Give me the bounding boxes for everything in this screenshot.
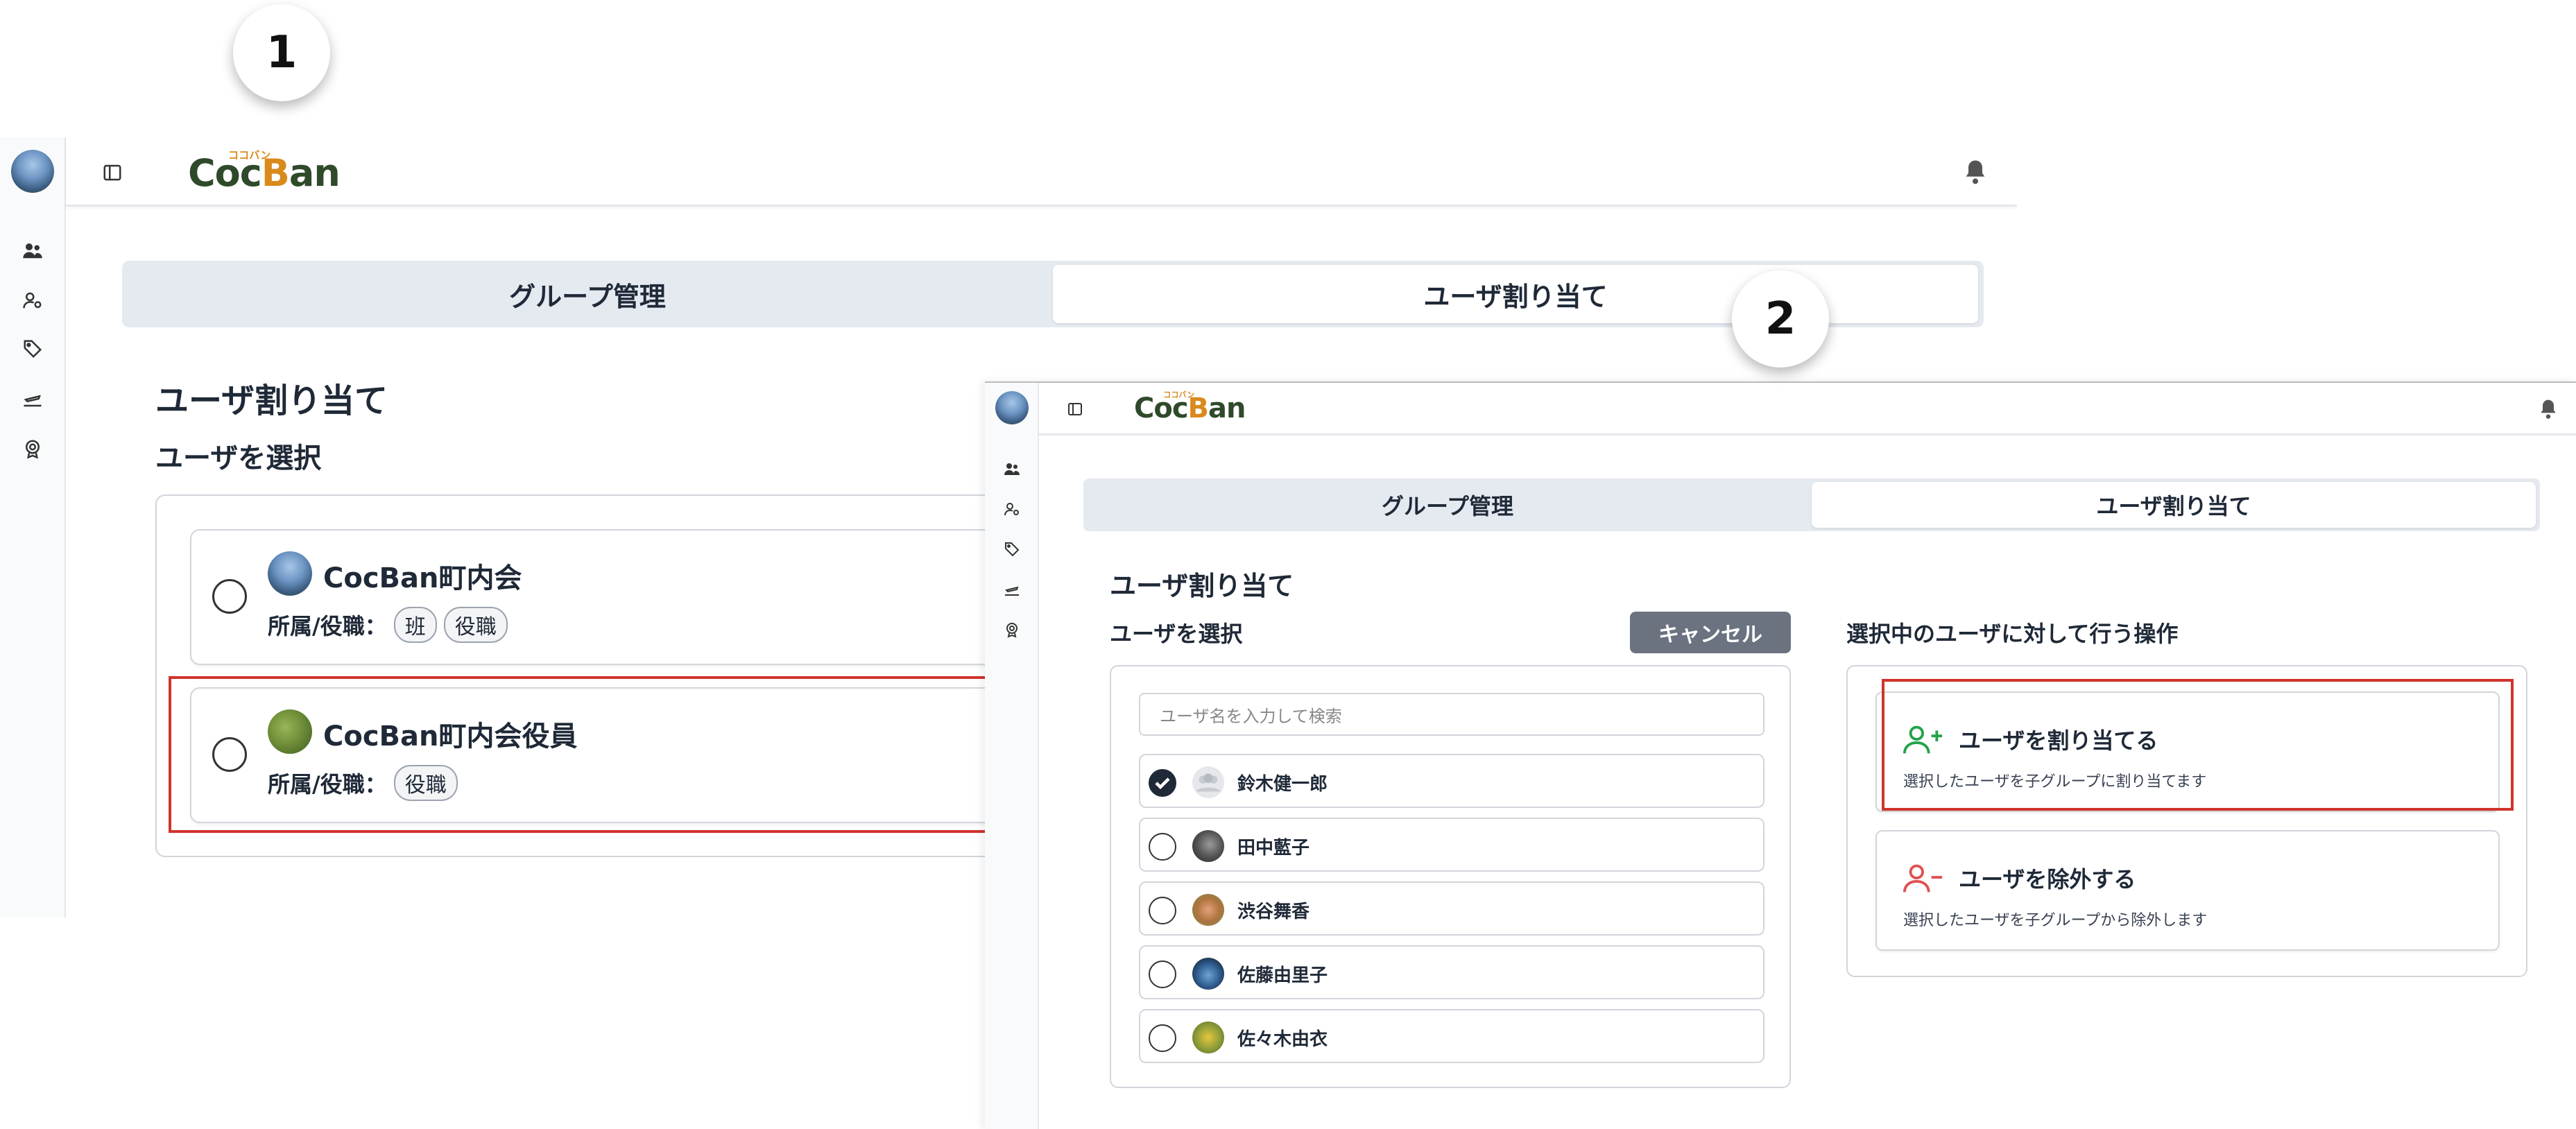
- user-name: 渋谷舞香: [1237, 901, 1310, 922]
- group-tag: 班: [393, 607, 437, 643]
- operations-title: 選択中のユーザに対して行う操作: [1846, 621, 2179, 647]
- group-meta: 所属/役職： 班 役職: [268, 607, 508, 643]
- logo-ruby: ココバン: [228, 149, 271, 162]
- group-placeholder-icon: [1196, 773, 1221, 792]
- group-meta-label: 所属/役職：: [268, 613, 387, 639]
- user-list: ユーザ名を入力して検索 鈴木健一郎 田中藍子 渋谷舞香 佐藤由里子 佐々木由衣: [1110, 665, 1791, 1088]
- user-name: 佐々木由衣: [1237, 1028, 1328, 1050]
- operation-title: ユーザを除外する: [1959, 866, 2136, 893]
- users-icon[interactable]: [1004, 460, 1020, 477]
- remove-users-button[interactable]: ユーザを除外する 選択したユーザを子グループから除外します: [1875, 830, 2500, 951]
- user-name: 佐藤由里子: [1237, 965, 1328, 986]
- group-card[interactable]: CocBan町内会 所属/役職： 班 役職: [190, 529, 1022, 665]
- tag-icon[interactable]: [1004, 541, 1020, 558]
- user-name: 鈴木健一郎: [1237, 773, 1328, 795]
- sidebar: [985, 383, 1039, 1129]
- operation-description: 選択したユーザを子グループから除外します: [1903, 912, 2208, 929]
- user-settings-icon[interactable]: [22, 290, 43, 311]
- user-radio[interactable]: [1149, 769, 1176, 797]
- group-name: CocBan町内会: [323, 562, 522, 594]
- logo-ruby: ココバン: [1163, 390, 1195, 399]
- user-row[interactable]: 佐藤由里子: [1139, 945, 1764, 999]
- tab-group-management[interactable]: グループ管理: [1087, 482, 1808, 528]
- page-title: ユーザ割り当て: [155, 381, 388, 420]
- cancel-button[interactable]: キャンセル: [1630, 612, 1791, 653]
- sidebar-toggle-icon[interactable]: [1067, 401, 1083, 417]
- tab-group-management[interactable]: グループ管理: [126, 265, 1049, 323]
- user-avatar: [1192, 958, 1224, 990]
- step-badge-1: 1: [233, 4, 330, 101]
- user-settings-icon[interactable]: [1004, 501, 1020, 517]
- highlight-box: [169, 676, 1004, 833]
- app-logo[interactable]: ココバン CocBan: [1134, 390, 1246, 424]
- tab-bar: グループ管理 ユーザ割り当て: [1083, 479, 2540, 531]
- logo-text-right: an: [1208, 393, 1246, 424]
- app-logo[interactable]: ココバン CocBan: [188, 149, 341, 195]
- tab-user-assignment[interactable]: ユーザ割り当て: [1053, 265, 1978, 323]
- user-minus-icon: [1903, 864, 1943, 893]
- sidebar: [0, 137, 66, 917]
- bell-icon[interactable]: [2537, 397, 2559, 422]
- user-row[interactable]: 田中藍子: [1139, 818, 1764, 872]
- user-name: 田中藍子: [1237, 837, 1310, 859]
- section-title: ユーザを選択: [1110, 621, 1243, 647]
- sidebar-toggle-icon[interactable]: [102, 162, 123, 183]
- user-row[interactable]: 佐々木由衣: [1139, 1009, 1764, 1063]
- top-bar: ココバン CocBan: [1039, 383, 2576, 436]
- user-radio[interactable]: [1149, 833, 1176, 861]
- badge-icon[interactable]: [22, 438, 43, 459]
- logo-text-right: an: [289, 151, 341, 195]
- user-search-input[interactable]: ユーザ名を入力して検索: [1139, 693, 1764, 736]
- group-radio[interactable]: [212, 579, 247, 614]
- user-avatar: [1192, 830, 1224, 862]
- group-tag: 役職: [443, 607, 508, 643]
- users-icon[interactable]: [22, 240, 43, 261]
- page-title: ユーザ割り当て: [1110, 571, 1294, 601]
- plane-icon[interactable]: [22, 388, 43, 409]
- user-avatar: [1192, 1022, 1224, 1053]
- user-radio[interactable]: [1149, 960, 1176, 988]
- account-avatar[interactable]: [995, 391, 1029, 424]
- bell-icon[interactable]: [1961, 157, 1989, 187]
- user-radio[interactable]: [1149, 1024, 1176, 1052]
- screen-2: ココバン CocBan グループ管理 ユーザ割り当て ユーザ割り当て ユーザを選…: [985, 381, 2576, 1129]
- group-avatar: [268, 551, 312, 596]
- check-icon: [1155, 777, 1170, 790]
- user-avatar-placeholder: [1192, 766, 1224, 798]
- account-avatar[interactable]: [11, 150, 54, 193]
- step-badge-2: 2: [1732, 270, 1829, 368]
- plane-icon[interactable]: [1004, 581, 1020, 598]
- user-avatar: [1192, 894, 1224, 926]
- badge-icon[interactable]: [1004, 621, 1020, 638]
- tag-icon[interactable]: [22, 338, 43, 359]
- top-bar: ココバン CocBan: [66, 137, 2017, 207]
- highlight-box: [1882, 679, 2514, 811]
- user-row[interactable]: 渋谷舞香: [1139, 881, 1764, 936]
- section-title: ユーザを選択: [155, 442, 322, 474]
- user-radio[interactable]: [1149, 897, 1176, 924]
- user-row[interactable]: 鈴木健一郎: [1139, 754, 1764, 808]
- tab-bar: グループ管理 ユーザ割り当て: [122, 261, 1984, 327]
- tab-user-assignment[interactable]: ユーザ割り当て: [1812, 482, 2536, 528]
